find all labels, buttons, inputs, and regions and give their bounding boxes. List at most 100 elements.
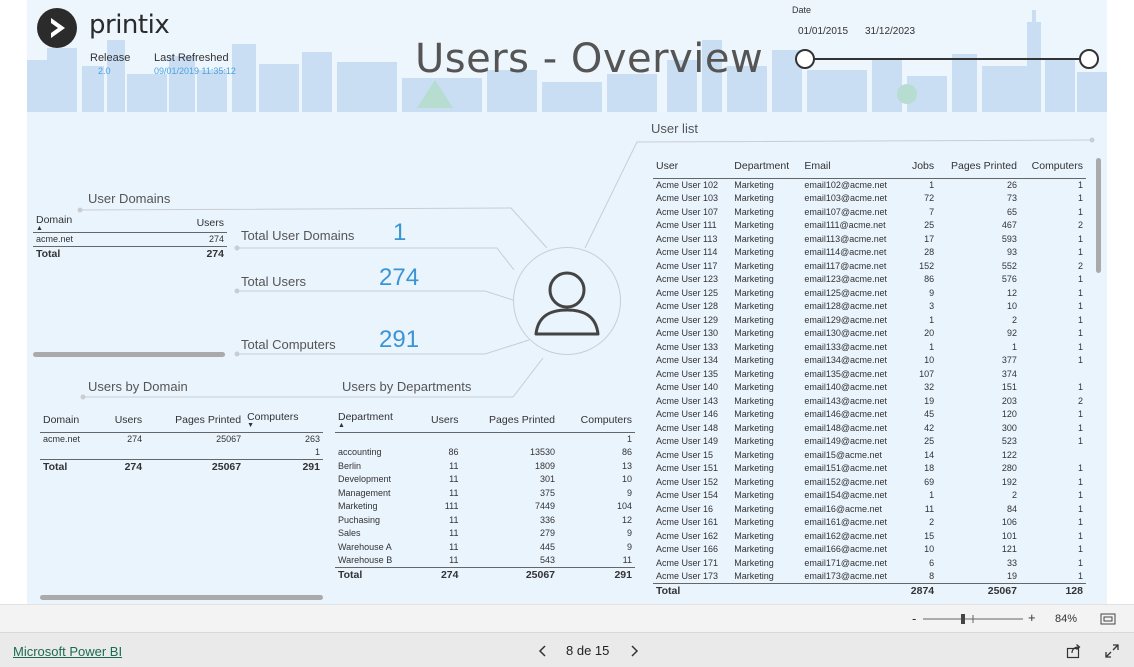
table-row[interactable]: Acme User 149 Marketing email149@acme.net 2… [653, 435, 1086, 449]
table-row[interactable]: Acme User 114 Marketing email114@acme.net 2… [653, 246, 1086, 260]
table-cell: 1 [1077, 355, 1083, 366]
table-row[interactable]: acme.net 274 25067 263 [40, 432, 323, 446]
chevron-left-icon[interactable] [537, 644, 547, 658]
table-row[interactable]: Acme User 111 Marketing email111@acme.net 2… [653, 219, 1086, 233]
table-row[interactable]: Acme User 152 Marketing email152@acme.net 6… [653, 475, 1086, 489]
column-header-department[interactable]: Department [731, 154, 801, 178]
table-cell: 11 [924, 503, 935, 514]
fit-to-page-icon[interactable] [1100, 613, 1116, 625]
table-cell: Acme User 125 [656, 287, 719, 298]
table-cell: Acme User 152 [656, 476, 719, 487]
table-row[interactable]: Acme User 15 Marketing email15@acme.net 14 1… [653, 448, 1086, 462]
table-cell: email111@acme.net [804, 220, 886, 231]
table-row[interactable]: Acme User 151 Marketing email151@acme.net 1… [653, 462, 1086, 476]
table-cell: 104 [616, 501, 632, 512]
table-row[interactable]: Acme User 113 Marketing email113@acme.net 1… [653, 232, 1086, 246]
table-cell: email166@acme.net [804, 544, 887, 555]
table-cell: 445 [539, 541, 556, 552]
table-row[interactable]: 1 [335, 432, 635, 446]
table-row[interactable]: Acme User 103 Marketing email103@acme.net 7… [653, 192, 1086, 206]
share-icon[interactable] [1066, 643, 1082, 659]
horizontal-scrollbar[interactable] [40, 595, 323, 600]
footer-bar: Microsoft Power BI 8 de 15 [0, 632, 1134, 667]
table-row[interactable]: Management 11 375 9 [335, 486, 635, 500]
horizontal-scrollbar[interactable] [33, 352, 225, 357]
column-header-email[interactable]: Email [801, 154, 903, 178]
table-cell: 523 [1001, 436, 1017, 447]
table-row[interactable]: Acme User 173 Marketing email173@acme.net 8… [653, 570, 1086, 584]
table-row[interactable]: Warehouse B 11 543 11 [335, 554, 635, 568]
table-row[interactable]: accounting 86 13530 86 [335, 446, 635, 460]
table-row[interactable]: Marketing 111 7449 104 [335, 500, 635, 514]
column-header-users[interactable]: Users [417, 408, 462, 432]
table-row[interactable]: Acme User 16 Marketing email16@acme.net 11 8… [653, 502, 1086, 516]
column-header-users[interactable]: Users [142, 214, 227, 233]
table-row[interactable]: Sales 11 279 9 [335, 527, 635, 541]
table-row[interactable]: Acme User 134 Marketing email134@acme.net 1… [653, 354, 1086, 368]
column-header-pages-printed[interactable]: Pages Printed [145, 408, 244, 432]
table-row[interactable]: Acme User 135 Marketing email135@acme.net 1… [653, 367, 1086, 381]
users-by-departments-table: Department ▲ Users Pages Printed Computer… [335, 408, 635, 583]
table-row[interactable]: Development 11 301 10 [335, 473, 635, 487]
table-row[interactable]: Acme User 146 Marketing email146@acme.net 4… [653, 408, 1086, 422]
column-header-user[interactable]: User [653, 154, 731, 178]
table-cell: 122 [1001, 449, 1017, 460]
fullscreen-icon[interactable] [1104, 643, 1120, 659]
zoom-bar: - + 84% [0, 604, 1134, 632]
table-cell: Marketing [734, 503, 774, 514]
chevron-right-icon[interactable] [630, 644, 640, 658]
table-row[interactable]: Acme User 125 Marketing email125@acme.net 9… [653, 286, 1086, 300]
table-cell: email15@acme.net [804, 449, 882, 460]
power-bi-link[interactable]: Microsoft Power BI [13, 644, 122, 659]
table-cell: 336 [539, 514, 556, 525]
table-row[interactable]: Acme User 128 Marketing email128@acme.net 3… [653, 300, 1086, 314]
vertical-scrollbar[interactable] [1096, 158, 1101, 273]
table-row[interactable]: Acme User 148 Marketing email148@acme.net 4… [653, 421, 1086, 435]
zoom-slider[interactable] [921, 613, 1025, 625]
table-row[interactable]: Berlin 11 1809 13 [335, 459, 635, 473]
table-cell [461, 432, 558, 446]
table-row[interactable]: Warehouse A 11 445 9 [335, 540, 635, 554]
column-header-domain[interactable]: Domain ▲ [33, 214, 142, 233]
table-cell: 7 [929, 206, 935, 217]
column-header-users[interactable]: Users [99, 408, 145, 432]
table-cell: 2 [1077, 220, 1083, 231]
table-row[interactable]: Acme User 166 Marketing email166@acme.net 1… [653, 543, 1086, 557]
table-row[interactable]: Acme User 130 Marketing email130@acme.net 2… [653, 327, 1086, 341]
table-row[interactable]: Acme User 154 Marketing email154@acme.net 1… [653, 489, 1086, 503]
table-row[interactable]: Acme User 129 Marketing email129@acme.net 1… [653, 313, 1086, 327]
table-cell: 2 [1011, 314, 1017, 325]
table-cell: Acme User 171 [656, 557, 719, 568]
table-row[interactable]: Acme User 133 Marketing email133@acme.net 1… [653, 340, 1086, 354]
table-row[interactable]: Acme User 161 Marketing email161@acme.net 2… [653, 516, 1086, 530]
table-row[interactable]: Acme User 107 Marketing email107@acme.net 7… [653, 205, 1086, 219]
zoom-out-button[interactable]: - [912, 611, 916, 626]
table-cell: 9 [626, 541, 632, 552]
table-cell: email149@acme.net [804, 436, 887, 447]
column-header-pages-printed[interactable]: Pages Printed [937, 154, 1020, 178]
table-row[interactable]: Acme User 171 Marketing email171@acme.net 6… [653, 556, 1086, 570]
table-cell: Marketing [734, 517, 774, 528]
zoom-in-button[interactable]: + [1028, 610, 1036, 625]
column-header-pages-printed[interactable]: Pages Printed [461, 408, 558, 432]
table-row[interactable]: acme.net 274 [33, 233, 227, 247]
column-header-computers[interactable]: Computers [1020, 154, 1086, 178]
table-row[interactable]: Acme User 102 Marketing email102@acme.net 1… [653, 178, 1086, 192]
table-row[interactable]: Acme User 117 Marketing email117@acme.net 1… [653, 259, 1086, 273]
table-row[interactable]: Acme User 123 Marketing email123@acme.net 8… [653, 273, 1086, 287]
kpi-label-total-users: Total Users [241, 274, 307, 289]
table-row[interactable]: Puchasing 11 336 12 [335, 513, 635, 527]
table-cell: accounting [338, 447, 382, 458]
table-row[interactable]: Acme User 162 Marketing email162@acme.net 1… [653, 529, 1086, 543]
column-header-computers[interactable]: Computers ▼ [244, 408, 323, 432]
table-cell: email128@acme.net [804, 301, 887, 312]
table-row[interactable]: 1 [40, 446, 323, 460]
table-row[interactable]: Acme User 140 Marketing email140@acme.net 3… [653, 381, 1086, 395]
column-header-department[interactable]: Department ▲ [335, 408, 417, 432]
table-row[interactable]: Acme User 143 Marketing email143@acme.net 1… [653, 394, 1086, 408]
column-header-domain[interactable]: Domain [40, 408, 99, 432]
column-header-computers[interactable]: Computers [558, 408, 635, 432]
table-cell: 11 [449, 541, 459, 552]
column-header-jobs[interactable]: Jobs [903, 154, 937, 178]
table-cell: Marketing [734, 206, 774, 217]
